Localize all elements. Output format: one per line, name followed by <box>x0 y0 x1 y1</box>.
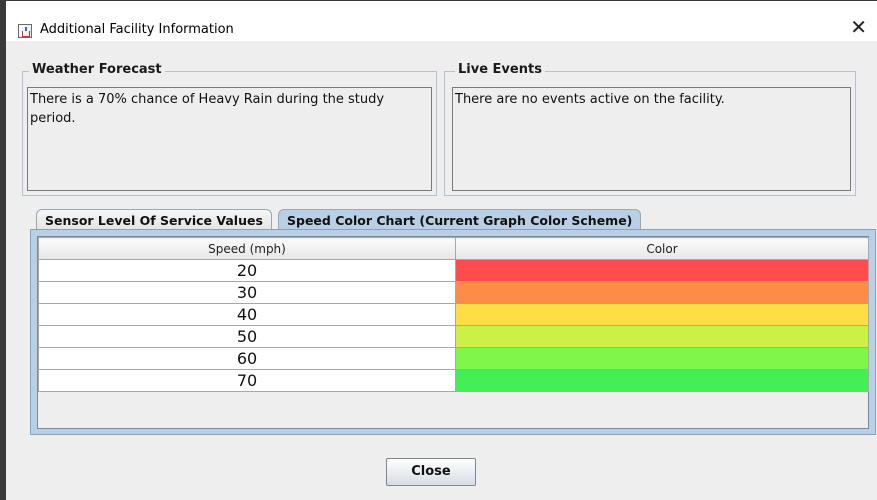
close-window-icon[interactable]: ✕ <box>850 17 867 37</box>
speed-cell[interactable]: 50 <box>38 325 456 348</box>
live-events-title: Live Events <box>455 62 545 77</box>
color-swatch-cell[interactable] <box>455 369 869 392</box>
weather-forecast-text: There is a 70% chance of Heavy Rain duri… <box>27 87 432 191</box>
table-row[interactable]: 70 <box>38 369 869 392</box>
tab-speed-color-chart[interactable]: Speed Color Chart (Current Graph Color S… <box>278 209 642 230</box>
live-events-panel: Live Events There are no events active o… <box>444 62 856 196</box>
speed-color-chart-panel: Speed (mph) Color 20 30 40 50 60 70 <box>30 229 876 435</box>
table-row[interactable]: 40 <box>38 303 869 326</box>
table-row[interactable]: 50 <box>38 325 869 348</box>
live-events-text: There are no events active on the facili… <box>452 87 851 191</box>
speed-cell[interactable]: 60 <box>38 347 456 370</box>
color-swatch-cell[interactable] <box>455 259 869 282</box>
speed-color-table-area: Speed (mph) Color 20 30 40 50 60 70 <box>37 236 869 429</box>
window-title: Additional Facility Information <box>40 22 234 37</box>
speed-cell[interactable]: 30 <box>38 281 456 304</box>
weather-forecast-panel: Weather Forecast There is a 70% chance o… <box>22 62 437 196</box>
speed-color-table: Speed (mph) Color 20 30 40 50 60 70 <box>38 237 869 392</box>
dialog-window: Additional Facility Information ✕ Weathe… <box>0 0 877 500</box>
weather-forecast-title: Weather Forecast <box>29 62 165 77</box>
title-bar: Additional Facility Information ✕ <box>6 1 877 41</box>
speed-cell[interactable]: 20 <box>38 259 456 282</box>
java-app-icon <box>18 24 32 38</box>
table-row[interactable]: 30 <box>38 281 869 304</box>
table-row[interactable]: 20 <box>38 259 869 282</box>
speed-cell[interactable]: 40 <box>38 303 456 326</box>
color-swatch-cell[interactable] <box>455 347 869 370</box>
close-button[interactable]: Close <box>386 458 476 486</box>
column-header-color[interactable]: Color <box>455 237 869 260</box>
column-header-speed[interactable]: Speed (mph) <box>38 237 456 260</box>
speed-cell[interactable]: 70 <box>38 369 456 392</box>
color-swatch-cell[interactable] <box>455 325 869 348</box>
tab-sensor-level-of-service[interactable]: Sensor Level Of Service Values <box>36 209 272 230</box>
table-row[interactable]: 60 <box>38 347 869 370</box>
color-swatch-cell[interactable] <box>455 281 869 304</box>
color-swatch-cell[interactable] <box>455 303 869 326</box>
